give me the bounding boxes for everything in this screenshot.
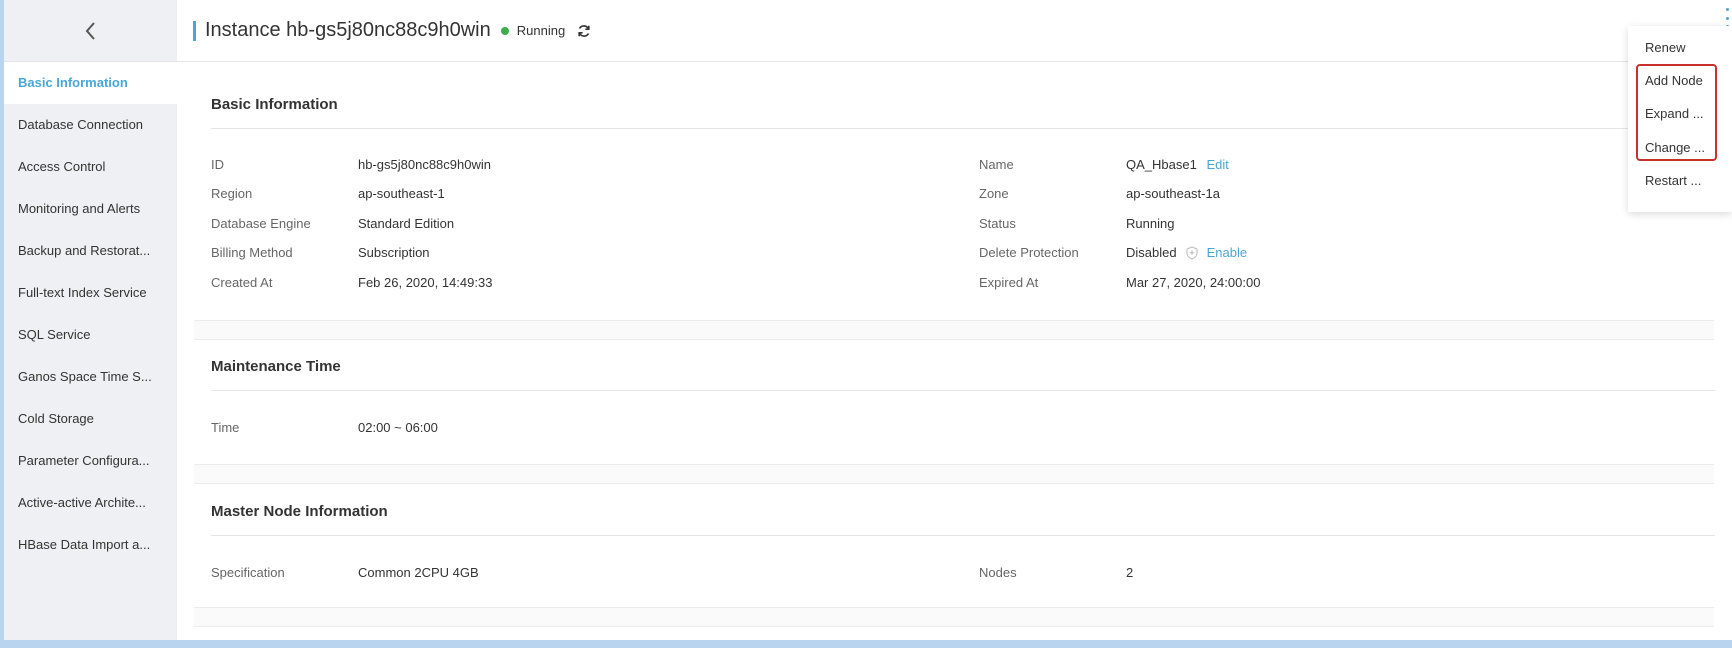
sidebar-item-monitoring-alerts[interactable]: Monitoring and Alerts bbox=[4, 188, 177, 230]
field-label-delete-protection: Delete Protection bbox=[979, 245, 1079, 260]
sidebar-item-database-connection[interactable]: Database Connection bbox=[4, 104, 177, 146]
window-frame-bottom bbox=[0, 640, 1732, 648]
shield-icon bbox=[1186, 245, 1198, 260]
sidebar-item-full-text-index[interactable]: Full-text Index Service bbox=[4, 272, 177, 314]
highlight-box bbox=[1636, 64, 1717, 161]
chevron-left-icon bbox=[85, 21, 95, 40]
sidebar-nav: Basic Information Database Connection Ac… bbox=[4, 62, 177, 566]
field-value-nodes: 2 bbox=[1126, 565, 1134, 580]
field-label-specification: Specification bbox=[211, 565, 285, 580]
sidebar-item-parameter-configuration[interactable]: Parameter Configura... bbox=[4, 440, 177, 482]
sidebar-item-access-control[interactable]: Access Control bbox=[4, 146, 177, 188]
field-label-time: Time bbox=[211, 420, 240, 435]
field-value-zone: ap-southeast-1a bbox=[1126, 186, 1220, 201]
page-header: Instance hb-gs5j80nc88c9h0win Running bbox=[177, 0, 1732, 62]
divider bbox=[211, 128, 1715, 129]
sidebar-item-basic-information[interactable]: Basic Information bbox=[4, 62, 177, 104]
sidebar: Basic Information Database Connection Ac… bbox=[4, 0, 177, 640]
status-dot bbox=[500, 26, 509, 35]
divider bbox=[211, 535, 1715, 536]
field-value-expired: Mar 27, 2020, 24:00:00 bbox=[1126, 275, 1261, 290]
field-value-name: QA_Hbase1 bbox=[1126, 157, 1197, 172]
refresh-icon[interactable] bbox=[577, 24, 591, 38]
field-value-status: Running bbox=[1126, 216, 1175, 231]
field-value-id: hb-gs5j80nc88c9h0win bbox=[358, 157, 491, 172]
field-value-specification: Common 2CPU 4GB bbox=[358, 565, 479, 580]
field-label-region: Region bbox=[211, 186, 253, 201]
section-separator bbox=[194, 464, 1714, 484]
field-label-id: ID bbox=[211, 157, 224, 172]
sidebar-item-ganos[interactable]: Ganos Space Time S... bbox=[4, 356, 177, 398]
field-label-billing: Billing Method bbox=[211, 245, 293, 260]
menu-item-renew[interactable]: Renew bbox=[1645, 40, 1725, 55]
field-label-engine: Database Engine bbox=[211, 216, 311, 231]
sidebar-item-sql-service[interactable]: SQL Service bbox=[4, 314, 177, 356]
more-vertical-icon[interactable] bbox=[1724, 8, 1730, 28]
field-label-name: Name bbox=[979, 157, 1014, 172]
back-button[interactable] bbox=[4, 0, 177, 62]
title-accent-bar bbox=[193, 20, 196, 41]
field-label-status: Status bbox=[979, 216, 1016, 231]
divider bbox=[211, 390, 1715, 391]
sidebar-item-hbase-data-import[interactable]: HBase Data Import a... bbox=[4, 524, 177, 566]
more-actions-menu: Renew Add Node Expand ... Change ... Res… bbox=[1628, 26, 1732, 212]
sidebar-item-active-active[interactable]: Active-active Archite... bbox=[4, 482, 177, 524]
field-value-created: Feb 26, 2020, 14:49:33 bbox=[358, 275, 493, 290]
section-separator bbox=[194, 607, 1714, 627]
field-value-time: 02:00 ~ 06:00 bbox=[358, 420, 438, 435]
field-label-zone: Zone bbox=[979, 186, 1009, 201]
section-separator bbox=[194, 320, 1714, 340]
sidebar-item-cold-storage[interactable]: Cold Storage bbox=[4, 398, 177, 440]
field-value-delete-protection: Disabled bbox=[1126, 245, 1177, 260]
status-badge: Running bbox=[516, 23, 566, 38]
section-title-maintenance: Maintenance Time bbox=[211, 358, 341, 375]
field-value-region: ap-southeast-1 bbox=[358, 186, 445, 201]
section-title-basic: Basic Information bbox=[211, 96, 338, 113]
page-title: Instance hb-gs5j80nc88c9h0win bbox=[205, 19, 491, 41]
field-value-billing: Subscription bbox=[358, 245, 430, 260]
menu-item-restart[interactable]: Restart ... bbox=[1645, 173, 1725, 188]
field-label-expired: Expired At bbox=[979, 275, 1039, 290]
enable-delete-protection-link[interactable]: Enable bbox=[1207, 245, 1247, 260]
section-title-master: Master Node Information bbox=[211, 503, 388, 520]
field-label-created: Created At bbox=[211, 275, 273, 290]
sidebar-item-backup-restoration[interactable]: Backup and Restorat... bbox=[4, 230, 177, 272]
edit-name-link[interactable]: Edit bbox=[1206, 157, 1228, 172]
field-value-engine: Standard Edition bbox=[358, 216, 455, 231]
field-label-nodes: Nodes bbox=[979, 565, 1017, 580]
